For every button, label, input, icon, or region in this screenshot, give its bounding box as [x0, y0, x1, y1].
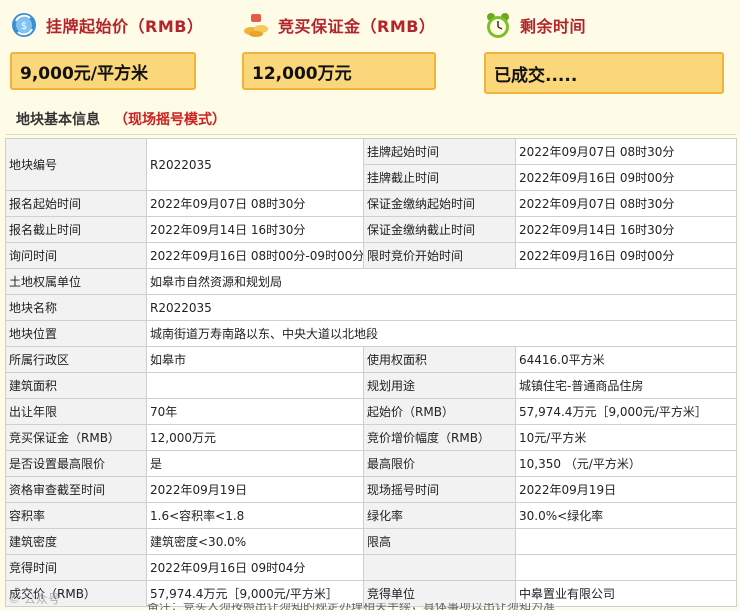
table-value — [146, 372, 364, 399]
table-key: 询问时间 — [5, 242, 147, 269]
table-value: 是 — [146, 450, 364, 477]
table-row: 土地权属单位 如皋市自然资源和规划局 — [5, 268, 737, 295]
table-key: 报名起始时间 — [5, 190, 147, 217]
table-key: 土地权属单位 — [5, 268, 147, 295]
coins-icon — [242, 11, 270, 39]
table-row: 容积率 1.6<容积率<1.8 绿化率 30.0%<绿化率 — [5, 502, 737, 529]
table-key: 容积率 — [5, 502, 147, 529]
table-value — [515, 528, 737, 555]
table-key: 是否设置最高限价 — [5, 450, 147, 477]
table-key: 建筑面积 — [5, 372, 147, 399]
table-value: 2022年09月07日 08时30分 — [515, 138, 737, 165]
table-key: 所属行政区 — [5, 346, 147, 373]
table-value: 10元/平方米 — [515, 424, 737, 451]
table-value: 2022年09月16日 09时00分 — [515, 164, 737, 191]
remaining-time-panel: 剩余时间 已成交..... — [484, 8, 724, 94]
table-row: 竞买保证金（RMB） 12,000万元 竞价增价幅度（RMB） 10元/平方米 — [5, 424, 737, 451]
table-value: 70年 — [146, 398, 364, 425]
table-value: 如皋市 — [146, 346, 364, 373]
land-info-table: 地块编号 R2022035 挂牌起始时间 2022年09月07日 08时30分 … — [5, 138, 737, 607]
table-key: 出让年限 — [5, 398, 147, 425]
table-key: 现场摇号时间 — [363, 476, 516, 503]
deposit-label: 竞买保证金（RMB） — [278, 17, 436, 36]
start-price-value: 9,000元/平方米 — [10, 52, 196, 90]
table-key: 限高 — [363, 528, 516, 555]
table-row: 地块位置 城南街道万寿南路以东、中央大道以北地段 — [5, 320, 737, 347]
deposit-value: 12,000万元 — [242, 52, 436, 90]
table-value: 建筑密度<30.0% — [146, 528, 364, 555]
table-key: 地块位置 — [5, 320, 147, 347]
table-value: 2022年09月14日 16时30分 — [515, 216, 737, 243]
table-key: 挂牌截止时间 — [363, 164, 516, 191]
table-key: 起始价（RMB） — [363, 398, 516, 425]
table-value: 2022年09月16日 09时04分 — [146, 554, 364, 581]
table-value — [515, 554, 737, 581]
table-value: R2022035 — [146, 294, 737, 321]
table-key: 竞得时间 — [5, 554, 147, 581]
table-value: 2022年09月16日 08时00分-09时00分 — [146, 242, 364, 269]
table-row: 出让年限 70年 起始价（RMB） 57,974.4万元［9,000元/平方米］ — [5, 398, 737, 425]
table-value: 2022年09月19日 — [515, 476, 737, 503]
money-exchange-icon: $ — [10, 11, 38, 39]
section-header: 地块基本信息 （现场摇号模式） — [6, 104, 736, 135]
table-key: 保证金缴纳起始时间 — [363, 190, 516, 217]
summary-bar: $ 挂牌起始价（RMB） 9,000元/平方米 竞买保证金（RMB） 12,00… — [0, 0, 740, 100]
table-value: 1.6<容积率<1.8 — [146, 502, 364, 529]
table-value: 30.0%<绿化率 — [515, 502, 737, 529]
table-key: 建筑密度 — [5, 528, 147, 555]
svg-text:$: $ — [21, 21, 27, 32]
table-key: 挂牌起始时间 — [363, 138, 516, 165]
start-price-label: 挂牌起始价（RMB） — [46, 17, 204, 36]
table-value: 城镇住宅-普通商品住房 — [515, 372, 737, 399]
remaining-time-value: 已成交..... — [484, 52, 724, 94]
table-row: 建筑密度 建筑密度<30.0% 限高 — [5, 528, 737, 555]
table-key: 保证金缴纳截止时间 — [363, 216, 516, 243]
table-row: 询问时间 2022年09月16日 08时00分-09时00分 限时竞价开始时间 … — [5, 242, 737, 269]
table-value: 57,974.4万元［9,000元/平方米］ — [515, 398, 737, 425]
table-row: 报名截止时间 2022年09月14日 16时30分 保证金缴纳截止时间 2022… — [5, 216, 737, 243]
table-row: 资格审查截至时间 2022年09月19日 现场摇号时间 2022年09月19日 — [5, 476, 737, 503]
deposit-panel: 竞买保证金（RMB） 12,000万元 — [242, 8, 436, 90]
table-value: 64416.0平方米 — [515, 346, 737, 373]
table-value: 如皋市自然资源和规划局 — [146, 268, 737, 295]
remaining-time-label: 剩余时间 — [520, 17, 587, 36]
table-value: 2022年09月19日 — [146, 476, 364, 503]
table-value: 12,000万元 — [146, 424, 364, 451]
table-key — [363, 554, 516, 581]
table-key: 地块名称 — [5, 294, 147, 321]
table-row: 是否设置最高限价 是 最高限价 10,350 （元/平方米） — [5, 450, 737, 477]
table-key: 地块编号 — [5, 138, 147, 191]
table-key: 竞买保证金（RMB） — [5, 424, 147, 451]
table-value: R2022035 — [146, 138, 364, 191]
table-key: 资格审查截至时间 — [5, 476, 147, 503]
table-row: 报名起始时间 2022年09月07日 08时30分 保证金缴纳起始时间 2022… — [5, 190, 737, 217]
table-key: 绿化率 — [363, 502, 516, 529]
table-key: 使用权面积 — [363, 346, 516, 373]
table-key: 报名截止时间 — [5, 216, 147, 243]
start-price-panel: $ 挂牌起始价（RMB） 9,000元/平方米 — [10, 8, 203, 90]
table-row: 所属行政区 如皋市 使用权面积 64416.0平方米 — [5, 346, 737, 373]
table-value: 城南街道万寿南路以东、中央大道以北地段 — [146, 320, 737, 347]
table-row: 建筑面积 规划用途 城镇住宅-普通商品住房 — [5, 372, 737, 399]
table-key: 规划用途 — [363, 372, 516, 399]
table-value: 2022年09月07日 08时30分 — [515, 190, 737, 217]
table-value: 2022年09月14日 16时30分 — [146, 216, 364, 243]
auction-mode-label: （现场摇号模式） — [114, 112, 226, 128]
alarm-clock-icon — [484, 11, 512, 39]
table-value: 10,350 （元/平方米） — [515, 450, 737, 477]
table-key: 最高限价 — [363, 450, 516, 477]
footer-note: 备注：竞买人须按照出让须知的规定办理相关手续，具体事项以出让须知为准 — [147, 603, 556, 610]
table-value: 2022年09月16日 09时00分 — [515, 242, 737, 269]
table-key: 竞价增价幅度（RMB） — [363, 424, 516, 451]
table-row: 地块名称 R2022035 — [5, 294, 737, 321]
table-value: 2022年09月07日 08时30分 — [146, 190, 364, 217]
table-row: 竞得时间 2022年09月16日 09时04分 — [5, 554, 737, 581]
section-title: 地块基本信息 — [16, 112, 100, 128]
watermark: © 公众号 — [8, 592, 60, 606]
table-key: 限时竞价开始时间 — [363, 242, 516, 269]
